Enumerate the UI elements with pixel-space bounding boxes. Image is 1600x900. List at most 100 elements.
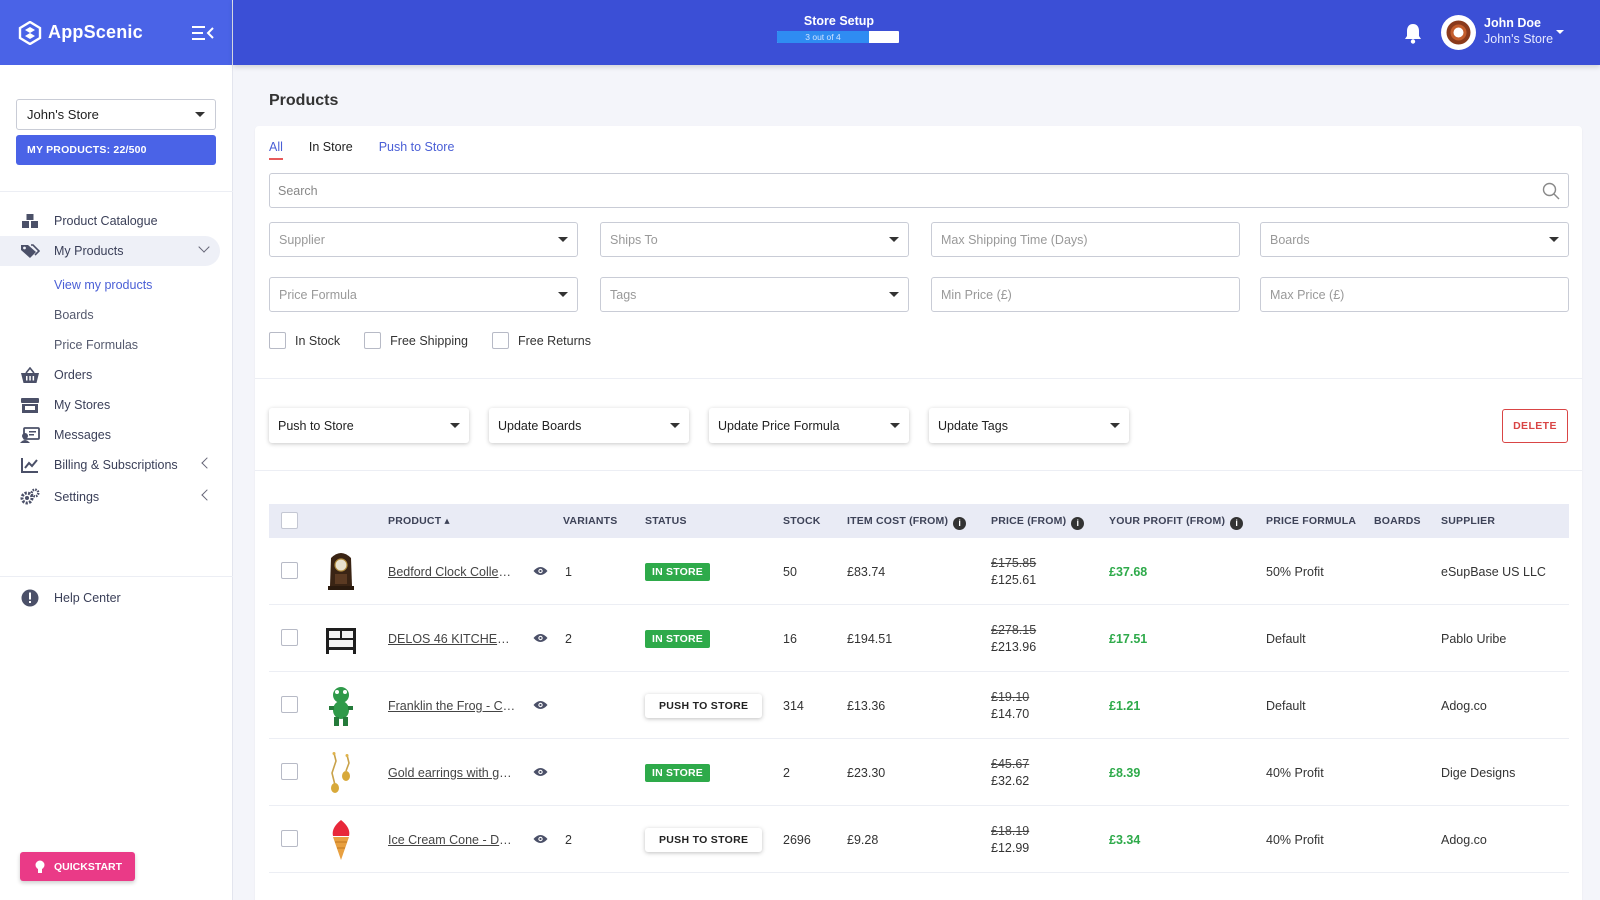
price-formula-value: 50% Profit — [1266, 564, 1324, 579]
eye-icon[interactable] — [533, 834, 548, 844]
sidebar-item-product-catalogue[interactable]: Product Catalogue — [0, 206, 233, 236]
action-label: Update Tags — [938, 418, 1008, 433]
sidebar-item-settings[interactable]: Settings — [0, 482, 233, 512]
sidebar-item-label: Billing & Subscriptions — [54, 458, 178, 472]
info-icon[interactable]: i — [953, 517, 967, 530]
tags-select[interactable]: Tags — [600, 277, 909, 312]
menu-collapse-icon[interactable] — [192, 25, 214, 41]
boards-placeholder: Boards — [1270, 232, 1310, 247]
user-name[interactable]: John Doe — [1484, 16, 1541, 30]
products-card: All In Store Push to Store Search Suppli… — [255, 126, 1582, 900]
sidebar-item-label: My Products — [54, 244, 124, 258]
my-products-count-button[interactable]: MY PRODUCTS: 22/500 — [16, 135, 216, 165]
product-thumbnail[interactable] — [319, 751, 363, 795]
max-shipping-time-input[interactable]: Max Shipping Time (Days) — [931, 222, 1240, 257]
product-thumbnail[interactable] — [319, 684, 363, 728]
select-all-checkbox[interactable] — [281, 512, 298, 529]
push-to-store-button[interactable]: PUSH TO STORE — [645, 693, 763, 718]
product-link[interactable]: Bedford Clock Collect... — [388, 565, 516, 579]
chevron-down-icon — [195, 112, 205, 117]
free-shipping-checkbox[interactable]: Free Shipping — [364, 332, 468, 349]
store-setup-progress[interactable]: Store Setup 3 out of 4 — [777, 14, 901, 43]
push-to-store-action[interactable]: Push to Store — [269, 408, 469, 443]
push-to-store-button[interactable]: PUSH TO STORE — [645, 827, 763, 852]
chevron-down-icon — [198, 241, 210, 253]
free-returns-checkbox[interactable]: Free Returns — [492, 332, 591, 349]
price-formula-value: 40% Profit — [1266, 765, 1324, 780]
sidebar-item-billing[interactable]: Billing & Subscriptions — [0, 450, 233, 480]
sidebar-subitem-price-formulas[interactable]: Price Formulas — [0, 330, 233, 360]
quickstart-button[interactable]: QUICKSTART — [20, 852, 135, 881]
user-store-name[interactable]: John's Store — [1484, 32, 1553, 46]
chevron-down-icon — [450, 423, 460, 428]
bell-icon[interactable] — [1403, 22, 1423, 44]
row-checkbox[interactable] — [281, 696, 298, 713]
tab-all[interactable]: All — [269, 140, 283, 160]
sidebar-nav: Product Catalogue My Products View my pr… — [0, 206, 233, 512]
product-link[interactable]: Franklin the Frog - Co... — [388, 699, 516, 713]
sidebar-item-my-products[interactable]: My Products — [0, 236, 220, 266]
sidebar-subitem-view-my-products[interactable]: View my products — [0, 270, 233, 300]
search-icon[interactable] — [1542, 182, 1560, 200]
max-price-input[interactable]: Max Price (£) — [1260, 277, 1569, 312]
boards-select[interactable]: Boards — [1260, 222, 1569, 257]
chevron-down-icon[interactable] — [1556, 30, 1564, 34]
sidebar-item-label: Product Catalogue — [54, 214, 158, 228]
delete-button[interactable]: DELETE — [1502, 409, 1568, 443]
product-link[interactable]: DELOS 46 KITCHEN I... — [388, 632, 516, 646]
row-checkbox[interactable] — [281, 763, 298, 780]
product-thumbnail[interactable] — [319, 818, 363, 862]
eye-icon[interactable] — [533, 767, 548, 777]
price-formula-value: 40% Profit — [1266, 832, 1324, 847]
store-setup-title: Store Setup — [803, 14, 875, 28]
sidebar-item-label: My Stores — [54, 398, 111, 412]
tab-push-to-store[interactable]: Push to Store — [379, 140, 455, 160]
eye-icon[interactable] — [533, 566, 548, 576]
supplier-value: Pablo Uribe — [1441, 631, 1507, 646]
info-icon[interactable]: i — [1230, 517, 1244, 530]
help-center-link[interactable]: Help Center — [20, 588, 121, 608]
price-formula-select[interactable]: Price Formula — [269, 277, 578, 312]
gears-icon — [20, 488, 40, 506]
supplier-select[interactable]: Supplier — [269, 222, 578, 257]
sidebar-subitem-boards[interactable]: Boards — [0, 300, 233, 330]
store-select[interactable]: John's Store — [16, 99, 216, 130]
column-header-product[interactable]: PRODUCT ▴ — [388, 504, 450, 538]
sidebar-item-messages[interactable]: Messages — [0, 420, 233, 450]
min-price-input[interactable]: Min Price (£) — [931, 277, 1240, 312]
supplier-value: eSupBase US LLC — [1441, 564, 1546, 579]
sidebar-item-label: Orders — [54, 368, 93, 382]
item-cost-value: £83.74 — [847, 564, 886, 579]
row-checkbox[interactable] — [281, 562, 298, 579]
product-link[interactable]: Gold earrings with gol... — [388, 766, 516, 780]
update-price-formula-action[interactable]: Update Price Formula — [709, 408, 909, 443]
original-price: £175.85 — [991, 555, 1037, 570]
supplier-value: Adog.co — [1441, 832, 1487, 847]
update-tags-action[interactable]: Update Tags — [929, 408, 1129, 443]
in-stock-checkbox[interactable]: In Stock — [269, 332, 340, 349]
info-icon[interactable]: i — [1071, 517, 1085, 530]
checkbox[interactable] — [364, 332, 382, 349]
sidebar-item-orders[interactable]: Orders — [0, 360, 233, 390]
row-checkbox[interactable] — [281, 830, 298, 847]
search-input[interactable]: Search — [269, 173, 1569, 208]
product-thumbnail[interactable] — [319, 617, 363, 661]
eye-icon[interactable] — [533, 700, 548, 710]
ships-to-select[interactable]: Ships To — [600, 222, 909, 257]
supplier-value: Dige Designs — [1441, 765, 1516, 780]
checkbox[interactable] — [269, 332, 286, 349]
tab-in-store[interactable]: In Store — [309, 140, 353, 160]
checkbox[interactable] — [492, 332, 509, 349]
column-header-item-cost: ITEM COST (FROM) i — [847, 504, 967, 538]
product-link[interactable]: Ice Cream Cone - Dog... — [388, 833, 516, 847]
update-boards-action[interactable]: Update Boards — [489, 408, 689, 443]
sidebar-item-my-stores[interactable]: My Stores — [0, 390, 233, 420]
eye-icon[interactable] — [533, 633, 548, 643]
row-checkbox[interactable] — [281, 629, 298, 646]
sidebar-divider — [0, 191, 233, 192]
avatar[interactable] — [1441, 15, 1476, 50]
item-cost-value: £194.51 — [847, 631, 893, 646]
column-header-label: ITEM COST (FROM) — [847, 515, 949, 527]
product-thumbnail[interactable] — [319, 550, 363, 594]
section-divider — [255, 378, 1582, 379]
